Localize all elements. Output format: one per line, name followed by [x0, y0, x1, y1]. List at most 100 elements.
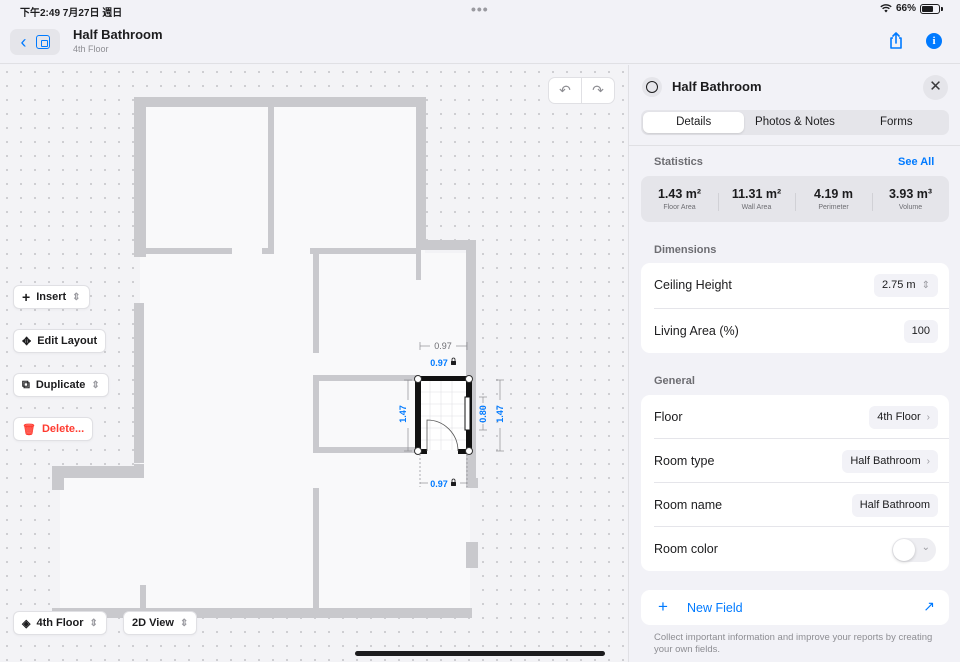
delete-label: Delete... [41, 423, 85, 435]
move-arrows-icon: ✥ [22, 335, 32, 348]
edit-layout-label: Edit Layout [37, 335, 98, 347]
chevron-up-down-icon: ⇕ [89, 617, 98, 629]
statistics-heading: Statistics [654, 156, 703, 168]
stat-value: 11.31 m² [731, 187, 782, 201]
details-panel: Half Bathroom ✕ Details Photos & Notes F… [628, 65, 960, 662]
stat-volume: 3.93 m³ Volume [872, 187, 949, 211]
floor-plan[interactable]: 0.97 0.97 0.97 1.47 1.47 0.80 [0, 65, 627, 662]
undo-icon[interactable]: ↶ [549, 78, 582, 103]
stat-value: 1.43 m² [657, 187, 702, 201]
selected-width-label[interactable]: 0.97 [430, 358, 448, 368]
edit-layout-button[interactable]: ✥ Edit Layout [13, 329, 107, 353]
tab-photos-notes[interactable]: Photos & Notes [744, 112, 845, 133]
dimensions-heading: Dimensions [654, 244, 717, 256]
floor-area [60, 103, 470, 611]
wifi-icon [880, 4, 892, 13]
new-field-button[interactable]: + New Field ↗ [641, 590, 949, 625]
left-dimension-label[interactable]: 1.47 [398, 405, 408, 423]
chevron-up-down-icon: ⇕ [72, 291, 81, 303]
chevron-right-icon: › [926, 456, 930, 467]
living-area-label: Living Area (%) [654, 324, 739, 338]
selected-width-bottom-label[interactable]: 0.97 [430, 479, 448, 489]
room-name-value: Half Bathroom [859, 499, 930, 511]
status-right: 66% [880, 3, 943, 14]
general-heading: General [654, 375, 695, 387]
room-color-picker[interactable]: ⌄ [892, 538, 936, 562]
layers-icon: ◈ [22, 617, 31, 630]
plus-icon: + [22, 289, 31, 305]
duplicate-label: Duplicate [35, 379, 86, 391]
arrow-up-right-icon: ↗ [923, 598, 935, 614]
duplicate-icon: ⧉ [22, 378, 30, 391]
floor-selector-label: 4th Floor [36, 617, 84, 629]
room-type-value-pill[interactable]: Half Bathroom › [842, 450, 938, 473]
living-area-value: 100 [911, 325, 930, 337]
living-area-row: Living Area (%) 100 [654, 309, 949, 353]
stat-value: 4.19 m [814, 187, 853, 201]
ceiling-height-label: Ceiling Height [654, 278, 732, 292]
tab-forms[interactable]: Forms [846, 112, 947, 133]
info-icon[interactable]: i [926, 33, 942, 49]
general-card: Floor 4th Floor › Room type Half Bathroo… [641, 395, 949, 571]
home-indicator[interactable] [355, 651, 605, 656]
delete-button[interactable]: 🗑 Delete... [13, 417, 94, 441]
room-name-input[interactable]: Half Bathroom [851, 494, 938, 517]
page-title: Half Bathroom [73, 27, 163, 42]
room-type-label: Room type [654, 454, 715, 468]
new-field-label: New Field [687, 601, 743, 615]
close-icon[interactable]: ✕ [923, 75, 948, 100]
multitasking-dots-icon[interactable]: ••• [471, 1, 489, 17]
share-icon[interactable] [888, 32, 904, 50]
stat-label: Volume [898, 204, 923, 211]
stat-label: Floor Area [663, 204, 696, 211]
stat-label: Wall Area [741, 204, 772, 211]
chevron-up-down-icon: ⇕ [91, 379, 100, 391]
statistics-card: 1.43 m² Floor Area 11.31 m² Wall Area 4.… [641, 176, 949, 222]
sidebar-layout-icon[interactable] [35, 35, 50, 49]
insert-button[interactable]: + Insert ⇕ [13, 285, 90, 309]
floor-selector-button[interactable]: ◈ 4th Floor ⇕ [13, 611, 107, 635]
right-dimension-label: 1.47 [495, 405, 505, 423]
color-swatch [893, 539, 915, 561]
new-field-footnote: Collect important information and improv… [654, 632, 933, 655]
dimensions-card: Ceiling Height 2.75 m ⇕ Living Area (%) … [641, 263, 949, 353]
floor-value-pill[interactable]: 4th Floor › [869, 406, 938, 429]
divider [629, 145, 960, 146]
redo-icon[interactable]: ↷ [582, 78, 614, 103]
page-subtitle: 4th Floor [73, 44, 109, 54]
stat-label: Perimeter [818, 204, 849, 211]
room-type-row[interactable]: Room type Half Bathroom › [654, 439, 949, 483]
top-dimension-label: 0.97 [434, 341, 452, 351]
chevron-up-down-icon: ⇕ [921, 280, 930, 291]
tab-bar: Details Photos & Notes Forms [641, 110, 949, 135]
selected-room [414, 375, 473, 455]
view-mode-label: 2D View [132, 617, 174, 629]
inner-dimension-label[interactable]: 0.80 [478, 405, 488, 423]
room-color-row: Room color ⌄ [654, 527, 949, 571]
plus-icon: + [658, 597, 668, 616]
ceiling-height-stepper[interactable]: 2.75 m ⇕ [873, 274, 938, 297]
room-type-value: Half Bathroom [850, 455, 921, 467]
tab-details[interactable]: Details [643, 112, 745, 133]
room-color-label: Room color [654, 542, 718, 556]
stat-perimeter: 4.19 m Perimeter [795, 187, 872, 211]
chevron-left-icon[interactable]: ‹ [21, 33, 27, 51]
chevron-right-icon: › [926, 412, 930, 423]
insert-label: Insert [36, 291, 67, 303]
floor-value: 4th Floor [877, 411, 921, 423]
nav-header: ‹ Half Bathroom 4th Floor i [0, 20, 960, 64]
floor-plan-canvas[interactable]: 0.97 0.97 0.97 1.47 1.47 0.80 ↶ ↷ + Inse… [0, 65, 627, 662]
chevron-up-down-icon: ⇕ [180, 617, 189, 629]
battery-icon [920, 3, 943, 14]
stat-wall-area: 11.31 m² Wall Area [718, 187, 795, 211]
view-mode-button[interactable]: 2D View ⇕ [123, 611, 198, 635]
room-name-label: Room name [654, 498, 723, 512]
duplicate-button[interactable]: ⧉ Duplicate ⇕ [13, 373, 109, 397]
status-bar: 下午2:49 7月27日 週日 ••• 66% [0, 0, 960, 20]
floor-row[interactable]: Floor 4th Floor › [654, 395, 949, 439]
living-area-input[interactable]: 100 [903, 320, 938, 343]
undo-redo-group: ↶ ↷ [548, 77, 615, 104]
see-all-link[interactable]: See All [898, 156, 934, 168]
back-button-group[interactable]: ‹ [10, 29, 60, 55]
stat-floor-area: 1.43 m² Floor Area [641, 187, 718, 211]
